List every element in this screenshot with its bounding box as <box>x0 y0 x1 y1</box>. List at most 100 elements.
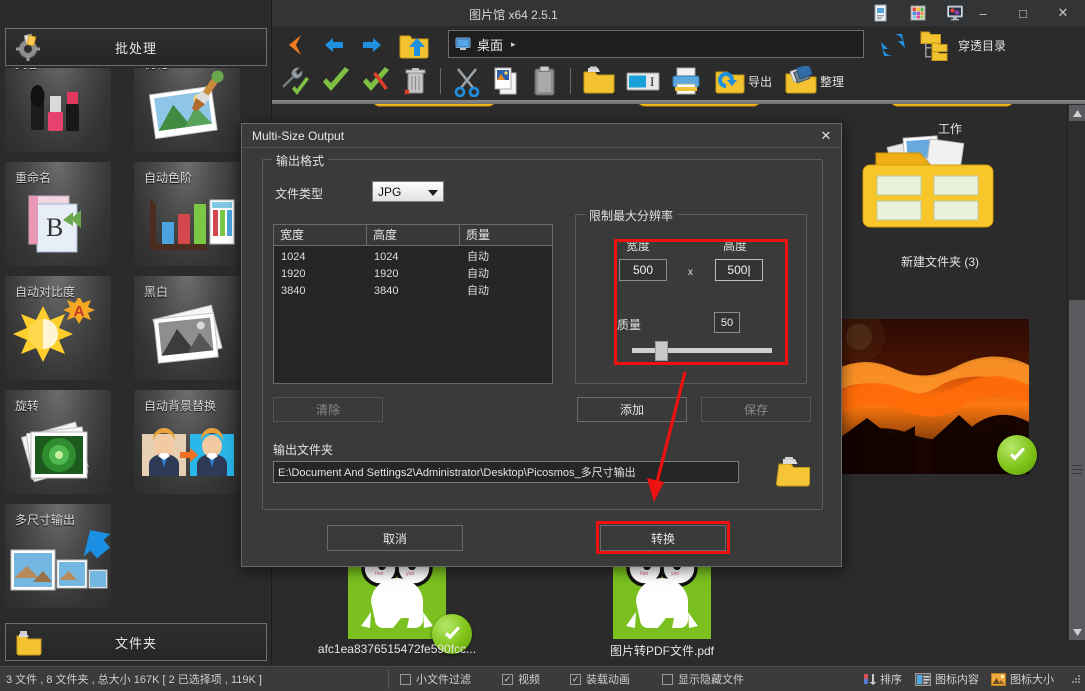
quality-input[interactable]: 50 <box>714 312 740 333</box>
svg-text:hoo: hoo <box>375 571 384 577</box>
refresh-icon[interactable] <box>878 28 908 62</box>
status-info: 3 文件 , 8 文件夹 , 总大小 167K [ 2 已选择项 , 119K … <box>6 674 262 686</box>
sidebar-tile-rename[interactable]: 重命名 B <box>5 162 111 266</box>
list-item[interactable] <box>837 319 1037 475</box>
batch-process-button[interactable]: 批处理 <box>5 28 267 66</box>
document-icon[interactable] <box>872 4 892 22</box>
list-item[interactable] <box>332 104 532 117</box>
organize-button[interactable]: 整理 <box>784 64 844 98</box>
icon-size-button[interactable]: 图标大小 <box>991 671 1054 687</box>
batch-gear-icon <box>14 33 44 63</box>
folder-tree-recurse-button[interactable]: 穿透目录 <box>920 28 1006 62</box>
checkbox-show-hidden-files[interactable]: 显示隐藏文件 <box>662 671 744 687</box>
width-label: 宽度 <box>626 239 651 253</box>
settings-wrench-icon[interactable] <box>280 64 312 98</box>
forward-blue-icon[interactable] <box>358 28 386 62</box>
checkbox-small-file-filter[interactable]: 小文件过滤 <box>400 671 471 687</box>
sidebar-tile-auto-levels[interactable]: 自动色阶 <box>134 162 240 266</box>
list-item[interactable]: 工作 <box>850 104 1050 136</box>
new-folder-icon[interactable] <box>582 64 616 98</box>
cancel-button[interactable]: 取消 <box>327 525 463 551</box>
scrollbar-thumb[interactable] <box>1069 300 1085 638</box>
save-button[interactable]: 保存 <box>701 397 811 422</box>
checkbox-box[interactable]: ✓ <box>570 673 581 685</box>
checkbox-label: 小文件过滤 <box>416 674 471 686</box>
back-blue-icon[interactable] <box>320 28 348 62</box>
cosmetics-icon <box>5 70 111 150</box>
left-sidebar: 批处理 美容 优化 <box>0 0 272 666</box>
rename-icon: B <box>5 184 111 264</box>
height-input[interactable]: 500 | <box>715 259 763 281</box>
print-icon[interactable] <box>670 64 702 98</box>
svg-text:I: I <box>650 74 654 89</box>
scroll-down-arrow[interactable] <box>1069 624 1085 640</box>
sort-button[interactable]: 排序 <box>862 671 902 687</box>
file-type-value: JPG <box>378 184 402 199</box>
size-table[interactable]: 宽度 高度 质量 1024 1024 自动 1920 1920 自动 3840 … <box>273 224 553 384</box>
selected-check-badge <box>997 435 1037 475</box>
output-folder-input[interactable]: E:\Document And Settings2\Administrator\… <box>273 461 739 483</box>
sidebar-tile-auto-contrast[interactable]: 自动对比度 A <box>5 276 111 380</box>
checkbox-video[interactable]: ✓ 视频 <box>502 671 540 687</box>
address-bar[interactable]: 桌面 ▸ <box>448 30 864 58</box>
toolbar-divider <box>440 68 441 94</box>
size-table-header: 宽度 高度 质量 <box>274 225 552 246</box>
checkbox-box[interactable] <box>400 673 411 685</box>
cut-scissors-icon[interactable] <box>452 64 482 98</box>
list-item[interactable] <box>597 104 797 117</box>
copy-image-icon[interactable] <box>490 64 522 98</box>
chevron-right-icon[interactable]: ▸ <box>511 39 516 50</box>
checkbox-label: 视频 <box>518 674 540 686</box>
scroll-up-arrow[interactable] <box>1069 105 1085 121</box>
checkbox-box[interactable]: ✓ <box>502 673 513 685</box>
icon-content-icon <box>915 672 931 686</box>
add-button[interactable]: 添加 <box>577 397 687 422</box>
maximize-button[interactable]: □ <box>1003 0 1043 26</box>
navigation-toolbar: 桌面 ▸ 穿透目录 <box>272 26 1085 64</box>
back-orange-icon[interactable] <box>282 28 310 62</box>
sort-icon <box>862 672 876 686</box>
auto-levels-icon <box>134 184 240 264</box>
multi-size-output-icon <box>5 526 111 606</box>
quality-slider-track[interactable] <box>632 348 772 353</box>
folder-button[interactable]: 文件夹 <box>5 623 267 661</box>
convert-button[interactable]: 转换 <box>600 525 726 551</box>
tool-tiles-scroll: 美容 优化 <box>5 68 267 620</box>
sidebar-tile-background-replace[interactable]: 自动背景替换 <box>134 390 240 494</box>
sidebar-tile-black-white[interactable]: 黑白 <box>134 276 240 380</box>
deselect-check-icon[interactable] <box>360 64 392 98</box>
sidebar-tile-multi-size-output[interactable]: 多尺寸输出 <box>5 504 111 608</box>
open-folder-up-icon[interactable] <box>398 28 430 62</box>
cell-quality: 自动 <box>467 268 489 280</box>
list-item[interactable]: 新建文件夹 (3) <box>840 129 1040 269</box>
checkbox-load-animation[interactable]: ✓ 装载动画 <box>570 671 630 687</box>
rename-field-icon[interactable]: I <box>626 64 660 98</box>
resize-grip-icon[interactable] <box>1071 674 1081 684</box>
clear-button[interactable]: 清除 <box>273 397 383 422</box>
browse-folder-button[interactable] <box>776 456 812 488</box>
table-row[interactable]: 1920 1920 自动 <box>274 266 552 283</box>
file-type-select[interactable]: JPG <box>372 181 444 202</box>
chevron-down-icon[interactable] <box>428 190 438 196</box>
checkbox-box[interactable] <box>662 673 673 685</box>
sidebar-tile-rotate[interactable]: 旋转 <box>5 390 111 494</box>
icon-content-button[interactable]: 图标内容 <box>915 671 979 687</box>
table-row[interactable]: 3840 3840 自动 <box>274 283 552 300</box>
export-button[interactable]: 导出 <box>714 64 772 98</box>
photo-brush-icon <box>134 70 240 150</box>
palette-icon[interactable] <box>909 4 929 22</box>
vertical-scrollbar[interactable] <box>1067 104 1085 641</box>
sidebar-tile-optimize[interactable]: 优化 <box>134 68 240 152</box>
organize-label: 整理 <box>820 74 845 89</box>
quality-slider-handle[interactable] <box>655 341 668 361</box>
address-value: 桌面 <box>477 37 504 53</box>
paste-clipboard-icon[interactable] <box>530 64 560 98</box>
delete-trash-icon[interactable] <box>400 64 432 98</box>
select-all-check-icon[interactable] <box>320 64 352 98</box>
table-row[interactable]: 1024 1024 自动 <box>274 249 552 266</box>
width-input[interactable]: 500 <box>619 259 667 281</box>
save-label: 保存 <box>743 403 768 417</box>
minimize-button[interactable]: – <box>963 0 1003 26</box>
close-button[interactable]: ✕ <box>1043 0 1083 26</box>
sidebar-tile-beauty[interactable]: 美容 <box>5 68 111 152</box>
